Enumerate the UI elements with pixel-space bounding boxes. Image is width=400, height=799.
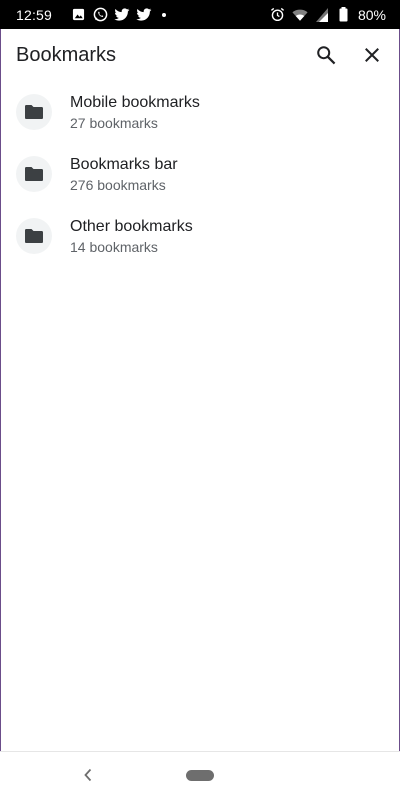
folder-text: Bookmarks bar 276 bookmarks [70, 155, 178, 194]
close-button[interactable] [352, 35, 392, 75]
close-icon [365, 48, 379, 62]
folder-text: Mobile bookmarks 27 bookmarks [70, 93, 200, 132]
twitter-icon [114, 7, 130, 23]
search-icon [317, 46, 336, 65]
folder-item-bookmarks-bar[interactable]: Bookmarks bar 276 bookmarks [0, 143, 400, 205]
folder-avatar [16, 218, 52, 254]
twitter-icon [136, 7, 152, 23]
folder-count: 14 bookmarks [70, 238, 158, 255]
folder-icon [25, 105, 43, 119]
back-icon [84, 768, 92, 782]
status-left: 12:59 [16, 7, 270, 23]
folder-count: 276 bookmarks [70, 176, 166, 193]
folder-avatar [16, 156, 52, 192]
status-time: 12:59 [16, 6, 53, 23]
app-bar: Bookmarks [0, 29, 400, 81]
home-pill-button[interactable] [186, 770, 214, 781]
wifi-icon [292, 7, 308, 23]
back-button[interactable] [78, 764, 98, 786]
search-button[interactable] [306, 35, 346, 75]
signal-icon [314, 7, 330, 23]
image-icon [70, 7, 86, 23]
folder-title: Other bookmarks [70, 217, 193, 235]
system-nav-bar [0, 751, 400, 799]
status-bar: 12:59 80% [0, 0, 400, 29]
folder-item-other-bookmarks[interactable]: Other bookmarks 14 bookmarks [0, 205, 400, 267]
folder-icon [25, 167, 43, 181]
alarm-icon [270, 7, 286, 23]
folder-title: Mobile bookmarks [70, 93, 200, 111]
folder-item-mobile-bookmarks[interactable]: Mobile bookmarks 27 bookmarks [0, 81, 400, 143]
folder-icon [25, 229, 43, 243]
folder-avatar [16, 94, 52, 130]
folder-count: 27 bookmarks [70, 114, 158, 131]
status-right: 80% [270, 7, 386, 23]
notification-dot-icon [162, 12, 167, 17]
folder-text: Other bookmarks 14 bookmarks [70, 217, 193, 256]
battery-icon [336, 7, 352, 23]
whatsapp-icon [92, 7, 108, 23]
battery-percentage: 80% [357, 6, 386, 23]
bookmark-folder-list: Mobile bookmarks 27 bookmarks Bookmarks … [0, 81, 400, 267]
folder-title: Bookmarks bar [70, 155, 178, 173]
